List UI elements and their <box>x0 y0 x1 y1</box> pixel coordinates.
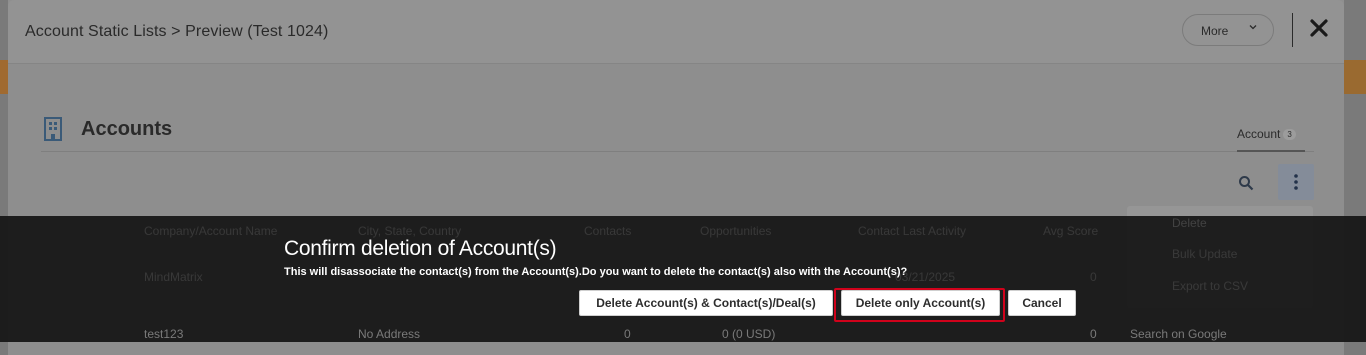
row2-company-name[interactable]: test123 <box>144 327 183 341</box>
col-header-avg-score: Avg Score <box>1043 224 1099 238</box>
row2-contacts: 0 <box>624 327 631 341</box>
row2-opportunities: 0 (0 USD) <box>722 327 776 341</box>
dropdown-item-export-csv[interactable]: Export to CSV <box>1172 279 1248 293</box>
dialog-title: Confirm deletion of Account(s) <box>284 237 557 260</box>
row2-search-google[interactable]: Search on Google <box>1130 327 1227 341</box>
row-avg-score: 0 <box>1090 270 1097 284</box>
kebab-icon <box>1294 174 1298 190</box>
tab-account-count: 3 <box>1283 129 1296 141</box>
chevron-down-icon <box>1249 25 1257 30</box>
row-company-name[interactable]: MindMatrix <box>144 270 203 284</box>
cancel-button[interactable]: Cancel <box>1008 290 1076 316</box>
delete-only-accounts-button[interactable]: Delete only Account(s) <box>841 290 1000 316</box>
delete-accounts-and-contacts-button[interactable]: Delete Account(s) & Contact(s)/Deal(s) <box>579 290 833 316</box>
modal-header: Account Static Lists > Preview (Test 102… <box>8 0 1344 64</box>
row2-city: No Address <box>358 327 421 341</box>
col-header-opportunities: Opportunities <box>700 224 772 238</box>
tab-account[interactable]: Account 3 <box>1237 127 1305 152</box>
section-divider <box>41 151 1314 152</box>
more-button[interactable]: More <box>1182 14 1274 46</box>
more-actions-button[interactable] <box>1278 164 1314 200</box>
modal-title: Account Static Lists > Preview (Test 102… <box>25 23 329 40</box>
col-header-company: Company/Account Name <box>144 224 278 238</box>
right-page-accent <box>1344 60 1366 94</box>
search-icon[interactable] <box>1238 175 1254 191</box>
close-icon[interactable] <box>1308 17 1330 39</box>
left-page-accent <box>0 60 8 94</box>
col-header-last-activity: Contact Last Activity <box>858 224 967 238</box>
dropdown-item-delete[interactable]: Delete <box>1172 216 1207 230</box>
header-divider <box>1292 13 1293 47</box>
confirm-dialog: Company/Account Name City, State, Countr… <box>0 216 1366 342</box>
col-header-contacts: Contacts <box>584 224 632 238</box>
more-label: More <box>1201 24 1229 38</box>
col-header-city: City, State, Country <box>358 224 462 238</box>
dialog-message: This will disassociate the contact(s) fr… <box>284 266 908 278</box>
dropdown-item-bulk-update[interactable]: Bulk Update <box>1172 247 1237 261</box>
accounts-heading: Accounts <box>81 118 173 140</box>
building-icon <box>44 117 62 141</box>
tab-account-label: Account <box>1237 127 1281 141</box>
row2-avg-score: 0 <box>1090 327 1097 341</box>
